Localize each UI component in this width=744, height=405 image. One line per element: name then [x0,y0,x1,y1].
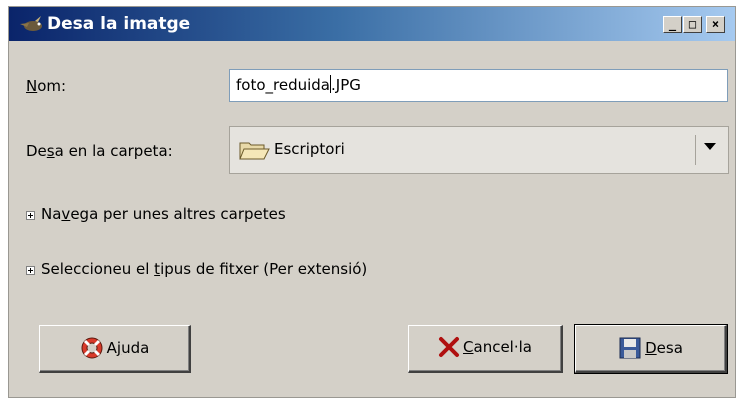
browse-post: ega per unes altres carpetes [70,205,286,223]
folder-open-icon [239,142,270,160]
folder-label-mnemonic: s [46,142,55,160]
expand-plus-icon[interactable] [26,211,35,220]
save-mnemonic: D [645,339,657,357]
lifebuoy-icon [81,337,103,359]
filename-text-after-caret: .JPG [331,76,361,94]
filetype-pre: Seleccioneu el [41,260,155,278]
close-button[interactable]: × [706,16,725,33]
gimp-wilber-icon [20,16,42,31]
browse-folders-expander[interactable]: Navega per unes altres carpetes [41,205,286,223]
folder-label-post: a en la carpeta: [54,142,173,160]
filetype-post: ipus de fitxer (Per extensió) [160,260,368,278]
filename-input[interactable]: foto_reduida.JPG [229,69,728,102]
combo-separator [695,135,696,165]
help-post: uda [121,339,150,357]
browse-mnemonic: v [61,205,71,223]
expand-plus-icon[interactable] [26,266,35,275]
name-label-mnemonic: N [26,77,38,95]
cancel-post: ancel·la [473,338,532,356]
filename-text-before-caret: foto_reduida [236,76,330,94]
file-type-expander[interactable]: Seleccioneu el tipus de fitxer (Per exte… [41,260,367,278]
folder-label-pre: De [26,142,47,160]
title-bar[interactable]: Desa la imatge _ □ × [9,7,735,41]
save-button[interactable]: Desa [574,324,728,374]
folder-value: Escriptori [274,140,345,158]
maximize-button[interactable]: □ [683,16,702,33]
help-button[interactable]: Ajuda [39,325,191,373]
floppy-disk-icon [619,337,641,359]
folder-label: Desa en la carpeta: [26,142,173,160]
cancel-button[interactable]: Cancel·la [408,325,563,373]
minimize-button[interactable]: _ [663,16,682,33]
save-image-dialog: Desa la imatge _ □ × Nom: foto_reduida.J… [8,6,736,398]
cancel-mnemonic: C [463,338,474,356]
folder-combo[interactable]: Escriptori [229,126,729,174]
window-title: Desa la imatge [47,14,191,34]
chevron-down-icon[interactable] [704,143,716,150]
name-label: Nom: [26,77,66,95]
name-label-rest: om: [37,77,67,95]
help-pre: A [106,339,117,357]
save-post: esa [656,339,683,357]
browse-pre: Na [41,205,62,223]
red-x-icon [439,337,460,357]
